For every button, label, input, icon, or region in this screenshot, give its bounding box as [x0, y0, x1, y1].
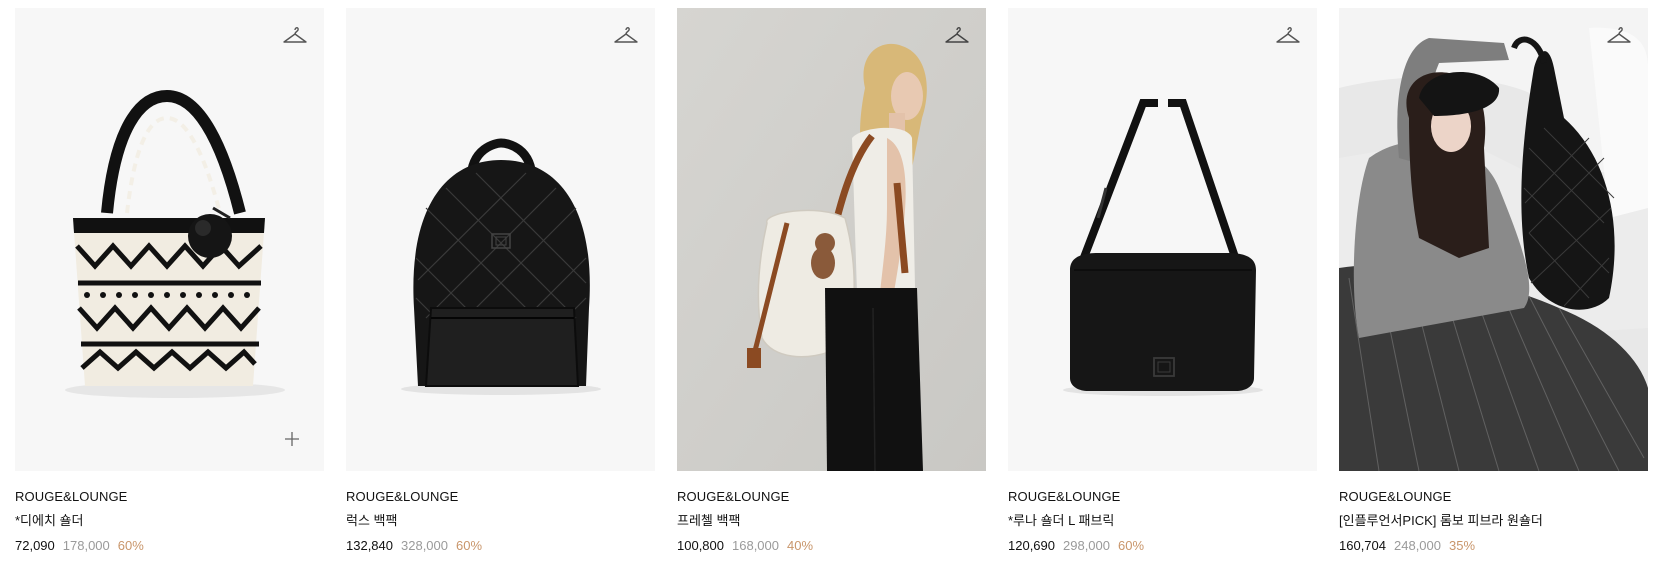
product-card[interactable]: ROUGE&LOUNGE [인플루언서PICK] 롬보 피브라 원숄더 160,…	[1339, 8, 1648, 554]
hanger-icon[interactable]	[613, 24, 639, 46]
product-card[interactable]: ROUGE&LOUNGE *디에치 숄더 72,090 178,000 60%	[15, 8, 324, 554]
product-photo	[677, 8, 986, 471]
product-brand[interactable]: ROUGE&LOUNGE	[346, 489, 655, 505]
hanger-icon[interactable]	[944, 24, 970, 46]
product-card[interactable]: ROUGE&LOUNGE *루나 숄더 L 패브릭 120,690 298,000…	[1008, 8, 1317, 554]
product-grid: ROUGE&LOUNGE *디에치 숄더 72,090 178,000 60%	[15, 8, 1662, 564]
product-price-row: 72,090 178,000 60%	[15, 538, 324, 554]
product-price-row: 100,800 168,000 40%	[677, 538, 986, 554]
product-brand[interactable]: ROUGE&LOUNGE	[1339, 489, 1648, 505]
product-card[interactable]: ROUGE&LOUNGE 프레첼 백팩 100,800 168,000 40%	[677, 8, 986, 554]
product-photo	[1339, 8, 1648, 471]
original-price: 168,000	[732, 538, 779, 553]
product-photo	[1008, 8, 1317, 471]
product-photo	[15, 8, 324, 471]
product-price-row: 160,704 248,000 35%	[1339, 538, 1648, 554]
product-image[interactable]	[1008, 8, 1317, 471]
sale-price: 72,090	[15, 538, 55, 553]
sale-price: 160,704	[1339, 538, 1386, 553]
product-name[interactable]: [인플루언서PICK] 롬보 피브라 원숄더	[1339, 513, 1648, 529]
plus-icon[interactable]	[284, 431, 300, 447]
sale-price: 100,800	[677, 538, 724, 553]
hanger-icon[interactable]	[1275, 24, 1301, 46]
original-price: 328,000	[401, 538, 448, 553]
product-image[interactable]	[346, 8, 655, 471]
original-price: 248,000	[1394, 538, 1441, 553]
product-card[interactable]: ROUGE&LOUNGE 럭스 백팩 132,840 328,000 60%	[346, 8, 655, 554]
product-image[interactable]	[15, 8, 324, 471]
discount-rate: 60%	[456, 538, 483, 553]
product-brand[interactable]: ROUGE&LOUNGE	[677, 489, 986, 505]
product-price-row: 132,840 328,000 60%	[346, 538, 655, 554]
original-price: 178,000	[62, 538, 110, 553]
product-name[interactable]: *디에치 숄더	[15, 513, 324, 529]
hanger-icon[interactable]	[282, 24, 308, 46]
product-photo	[346, 8, 655, 471]
product-brand[interactable]: ROUGE&LOUNGE	[1008, 489, 1317, 505]
discount-rate: 60%	[117, 538, 144, 553]
discount-rate: 40%	[787, 538, 814, 553]
product-price-row: 120,690 298,000 60%	[1008, 538, 1317, 554]
product-name[interactable]: 럭스 백팩	[346, 513, 655, 529]
product-name[interactable]: *루나 숄더 L 패브릭	[1008, 513, 1317, 529]
discount-rate: 60%	[1118, 538, 1145, 553]
sale-price: 132,840	[346, 538, 393, 553]
sale-price: 120,690	[1008, 538, 1055, 553]
product-image[interactable]	[677, 8, 986, 471]
hanger-icon[interactable]	[1606, 24, 1632, 46]
product-brand[interactable]: ROUGE&LOUNGE	[15, 489, 324, 505]
product-image[interactable]	[1339, 8, 1648, 471]
product-name[interactable]: 프레첼 백팩	[677, 513, 986, 529]
original-price: 298,000	[1063, 538, 1110, 553]
discount-rate: 35%	[1449, 538, 1476, 553]
